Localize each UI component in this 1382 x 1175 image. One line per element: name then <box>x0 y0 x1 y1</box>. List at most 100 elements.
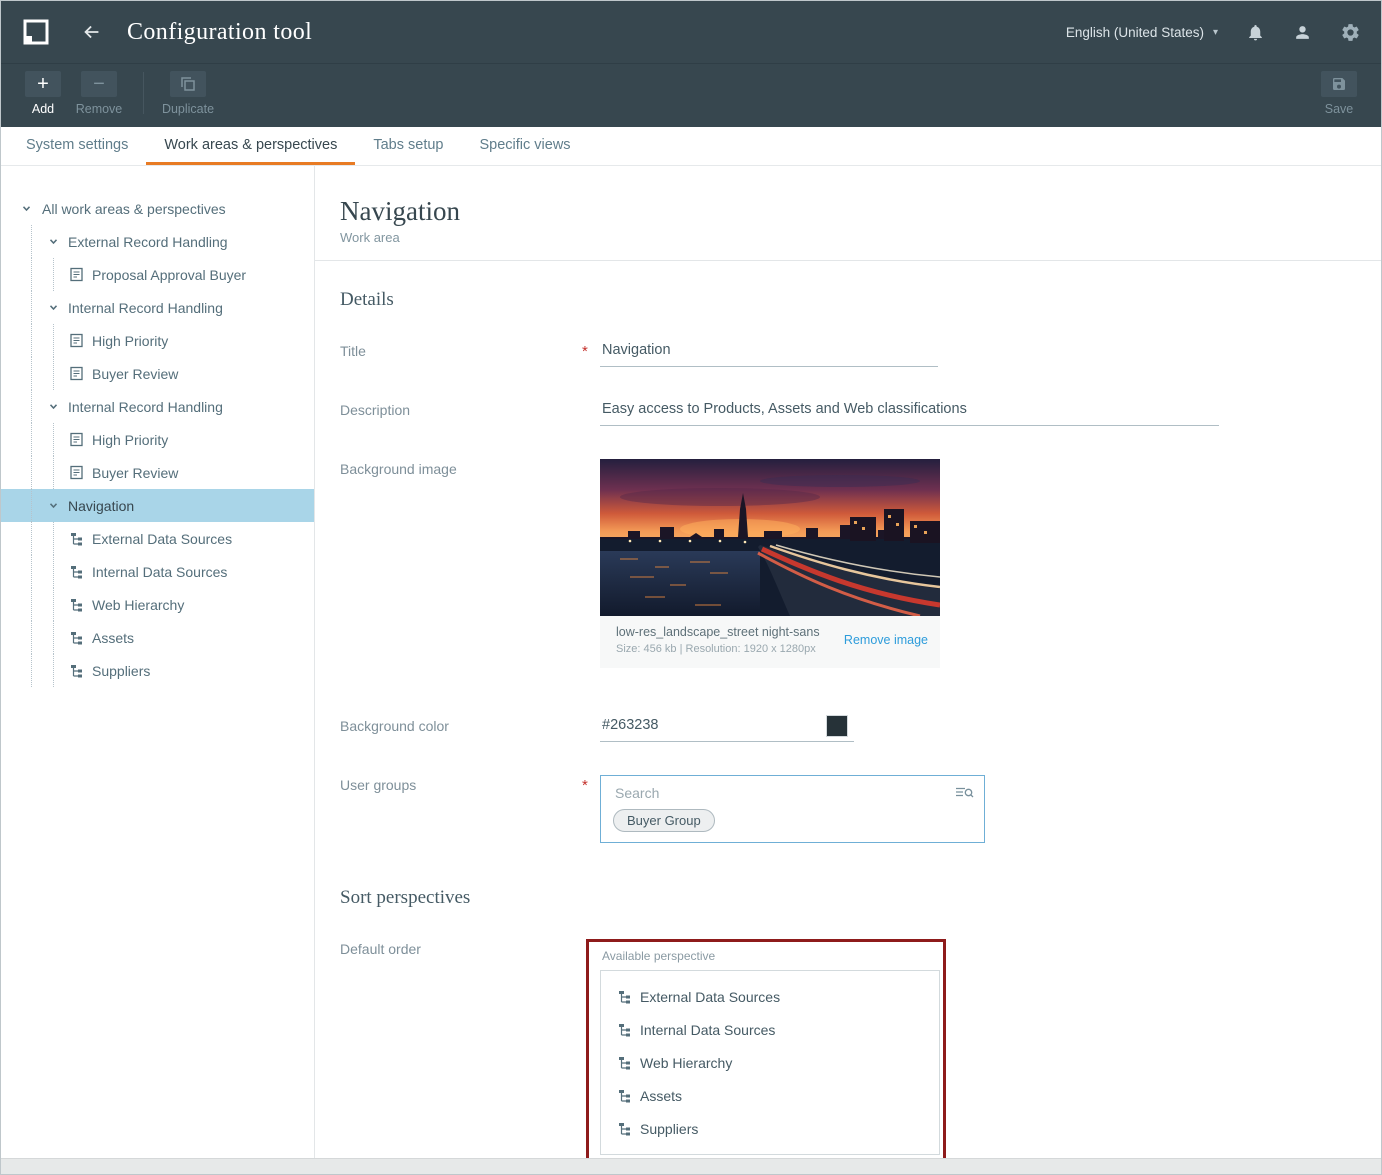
tree-guide-line <box>31 522 32 555</box>
save-button[interactable]: Save <box>1311 71 1367 116</box>
details-heading: Details <box>340 289 1381 311</box>
chevron-down-icon[interactable] <box>48 500 59 511</box>
remove-button-label: Remove <box>76 102 123 116</box>
tree-guide-line <box>31 621 32 654</box>
app-logo-icon[interactable] <box>21 17 51 47</box>
save-button-label: Save <box>1325 102 1354 116</box>
background-color-field: Background color <box>340 716 1381 742</box>
tree-item-internal-record-handling[interactable]: Internal Record Handling <box>1 291 314 324</box>
tree-item-label: External Record Handling <box>68 234 228 250</box>
tree-item-label: Buyer Review <box>92 465 178 481</box>
app-title: Configuration tool <box>127 19 312 46</box>
hierarchy-icon <box>70 532 83 546</box>
chevron-down-icon[interactable] <box>21 203 32 214</box>
background-image-thumbnail <box>600 459 940 616</box>
tree-item-internal-data-sources[interactable]: Internal Data Sources <box>1 555 314 588</box>
description-label: Description <box>340 400 582 426</box>
perspective-item-assets[interactable]: Assets <box>601 1079 939 1112</box>
document-icon <box>70 333 83 348</box>
tree-item-proposal-approval-buyer[interactable]: Proposal Approval Buyer <box>1 258 314 291</box>
tree-item-high-priority[interactable]: High Priority <box>1 324 314 357</box>
app-header: Configuration tool English (United State… <box>1 1 1381 63</box>
tree-root-label: All work areas & perspectives <box>42 201 226 217</box>
tree-guide-line <box>53 258 54 291</box>
tree-item-web-hierarchy[interactable]: Web Hierarchy <box>1 588 314 621</box>
title-label: Title <box>340 341 582 367</box>
tree-guide-line <box>31 291 32 324</box>
tree-item-assets[interactable]: Assets <box>1 621 314 654</box>
settings-gear-icon[interactable] <box>1340 22 1361 43</box>
title-input[interactable] <box>600 342 938 367</box>
tree-item-suppliers[interactable]: Suppliers <box>1 654 314 687</box>
default-order-label: Default order <box>340 939 582 1158</box>
plus-icon: + <box>25 71 61 97</box>
description-input[interactable] <box>600 401 1219 426</box>
tab-tabs-setup[interactable]: Tabs setup <box>355 127 461 165</box>
user-groups-box[interactable]: Buyer Group <box>600 775 985 843</box>
hierarchy-icon <box>70 565 83 579</box>
search-list-icon[interactable] <box>955 786 974 801</box>
chevron-down-icon[interactable] <box>48 302 59 313</box>
tree-item-navigation[interactable]: Navigation <box>1 489 314 522</box>
tree-guide-line <box>53 357 54 390</box>
annotation-highlight-box: Available perspective External Data Sour… <box>586 939 946 1158</box>
tree-guide-line <box>53 522 54 555</box>
perspective-item-web-hierarchy[interactable]: Web Hierarchy <box>601 1046 939 1079</box>
tree-item-buyer-review[interactable]: Buyer Review <box>1 456 314 489</box>
configuration-tool-window: Configuration tool English (United State… <box>0 0 1382 1175</box>
user-profile-icon[interactable] <box>1293 23 1312 42</box>
tree-root-all-work-areas[interactable]: All work areas & perspectives <box>1 192 314 225</box>
perspective-item-external-data-sources[interactable]: External Data Sources <box>601 980 939 1013</box>
tree-item-label: Proposal Approval Buyer <box>92 267 246 283</box>
back-arrow-icon[interactable] <box>81 21 103 43</box>
tree-item-external-record-handling[interactable]: External Record Handling <box>1 225 314 258</box>
image-meta: Size: 456 kb | Resolution: 1920 x 1280px <box>616 643 820 655</box>
add-button[interactable]: + Add <box>15 71 71 116</box>
tree-item-label: Internal Record Handling <box>68 399 223 415</box>
remove-image-link[interactable]: Remove image <box>844 633 928 647</box>
notifications-bell-icon[interactable] <box>1246 23 1265 42</box>
tree-item-buyer-review[interactable]: Buyer Review <box>1 357 314 390</box>
tab-system-settings[interactable]: System settings <box>8 127 146 165</box>
background-color-label: Background color <box>340 716 582 742</box>
language-label: English (United States) <box>1066 25 1204 40</box>
background-image-label: Background image <box>340 459 582 668</box>
perspective-item-label: Internal Data Sources <box>640 1022 775 1038</box>
save-floppy-icon <box>1321 71 1357 97</box>
tree-item-internal-record-handling[interactable]: Internal Record Handling <box>1 390 314 423</box>
tree-item-external-data-sources[interactable]: External Data Sources <box>1 522 314 555</box>
title-field: Title * <box>340 341 1381 367</box>
document-icon <box>70 432 83 447</box>
required-asterisk: * <box>582 775 600 843</box>
user-group-chip[interactable]: Buyer Group <box>613 809 715 832</box>
page-subtitle: Work area <box>340 230 1381 245</box>
user-groups-search-input[interactable] <box>613 784 955 802</box>
tree-list: External Record Handling Proposal Approva… <box>1 225 314 687</box>
language-selector[interactable]: English (United States) ▾ <box>1066 25 1218 40</box>
hierarchy-icon <box>618 990 631 1004</box>
duplicate-button-label: Duplicate <box>162 102 214 116</box>
tree-guide-line <box>31 324 32 357</box>
tab-specific-views[interactable]: Specific views <box>461 127 588 165</box>
document-icon <box>70 267 83 282</box>
toolbar-separator <box>143 72 144 114</box>
chevron-down-icon[interactable] <box>48 236 59 247</box>
available-perspective-list[interactable]: External Data Sources Internal Data Sourc… <box>600 970 940 1155</box>
tab-bar: System settingsWork areas & perspectives… <box>1 127 1381 166</box>
remove-button[interactable]: − Remove <box>71 71 127 116</box>
tree-guide-line <box>53 588 54 621</box>
background-color-input[interactable] <box>600 717 854 742</box>
perspective-item-label: Assets <box>640 1088 682 1104</box>
hierarchy-icon <box>70 664 83 678</box>
perspective-item-internal-data-sources[interactable]: Internal Data Sources <box>601 1013 939 1046</box>
chevron-down-icon[interactable] <box>48 401 59 412</box>
main-panel: Navigation Work area Details Title * Des… <box>315 166 1381 1158</box>
tree-guide-line <box>31 489 32 522</box>
color-swatch[interactable] <box>826 715 848 737</box>
perspective-item-suppliers[interactable]: Suppliers <box>601 1112 939 1145</box>
tab-work-areas-perspectives[interactable]: Work areas & perspectives <box>146 127 355 165</box>
duplicate-button[interactable]: Duplicate <box>160 71 216 116</box>
tree-item-high-priority[interactable]: High Priority <box>1 423 314 456</box>
tree-item-label: Internal Record Handling <box>68 300 223 316</box>
minus-icon: − <box>81 71 117 97</box>
